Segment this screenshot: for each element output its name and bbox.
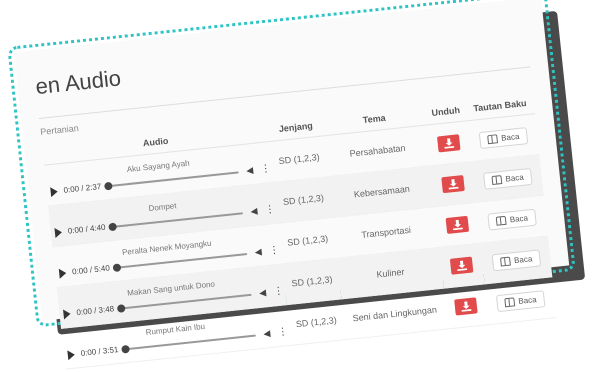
baca-button[interactable]: Baca [486, 208, 537, 231]
volume-icon[interactable]: ◀ [261, 328, 272, 339]
baca-label: Baca [505, 172, 525, 184]
download-icon [444, 138, 455, 149]
volume-icon[interactable]: ◀ [257, 287, 268, 299]
play-icon[interactable] [58, 267, 67, 279]
download-icon [452, 219, 463, 230]
book-icon [503, 296, 515, 307]
play-icon[interactable] [54, 226, 63, 238]
jenjang-cell: SD (1,2,3) [286, 298, 346, 346]
download-icon [456, 260, 467, 271]
download-icon [461, 301, 472, 312]
play-icon[interactable] [67, 349, 76, 360]
baca-button[interactable]: Baca [478, 126, 529, 149]
seek-knob[interactable] [103, 181, 113, 191]
seek-knob[interactable] [116, 303, 126, 313]
play-icon[interactable] [50, 186, 59, 197]
baca-button[interactable]: Baca [495, 289, 546, 312]
content: en Audio Pertanian Audio Jenjang Tema Un… [14, 0, 569, 370]
audio-time: 0:00 / 3:51 [80, 345, 119, 358]
kebab-menu-icon[interactable]: ⋮ [269, 245, 280, 257]
jenjang-cell: SD (1,2,3) [278, 217, 338, 264]
audio-time: 0:00 / 3:48 [75, 304, 115, 318]
seek-knob[interactable] [108, 222, 117, 231]
baca-button[interactable]: Baca [482, 167, 533, 190]
seek-knob[interactable] [112, 262, 122, 272]
audio-time: 0:00 / 4:40 [67, 222, 106, 236]
seek-knob[interactable] [120, 344, 130, 354]
audio-time: 0:00 / 5:40 [71, 263, 111, 277]
audio-time: 0:00 / 2:37 [63, 181, 102, 195]
baca-label: Baca [513, 253, 533, 265]
kebab-menu-icon[interactable]: ⋮ [260, 163, 271, 175]
kebab-menu-icon[interactable]: ⋮ [273, 285, 284, 297]
baca-label: Baca [500, 131, 520, 143]
jenjang-cell: SD (1,2,3) [269, 135, 329, 183]
download-button[interactable] [437, 134, 461, 153]
volume-icon[interactable]: ◀ [253, 246, 264, 258]
volume-icon[interactable]: ◀ [249, 206, 260, 217]
kebab-menu-icon[interactable]: ⋮ [277, 326, 288, 338]
download-button[interactable] [454, 297, 479, 316]
book-icon [499, 256, 511, 267]
download-icon [448, 179, 459, 190]
download-button[interactable] [441, 174, 466, 194]
download-button[interactable] [445, 215, 470, 234]
jenjang-cell: SD (1,2,3) [282, 258, 342, 305]
download-button[interactable] [450, 256, 474, 275]
baca-label: Baca [509, 212, 529, 224]
book-icon [495, 215, 507, 226]
kebab-menu-icon[interactable]: ⋮ [264, 204, 275, 216]
jenjang-cell: SD (1,2,3) [274, 176, 333, 224]
audio-table: Audio Jenjang Tema Unduh Tautan Baku Aku… [41, 91, 557, 370]
book-icon [491, 174, 502, 185]
screenshot-frame: en Audio Pertanian Audio Jenjang Tema Un… [7, 0, 576, 370]
baca-button[interactable]: Baca [491, 248, 542, 271]
play-icon[interactable] [62, 308, 71, 320]
book-icon [486, 133, 498, 144]
baca-label: Baca [517, 294, 537, 306]
volume-icon[interactable]: ◀ [244, 165, 255, 176]
